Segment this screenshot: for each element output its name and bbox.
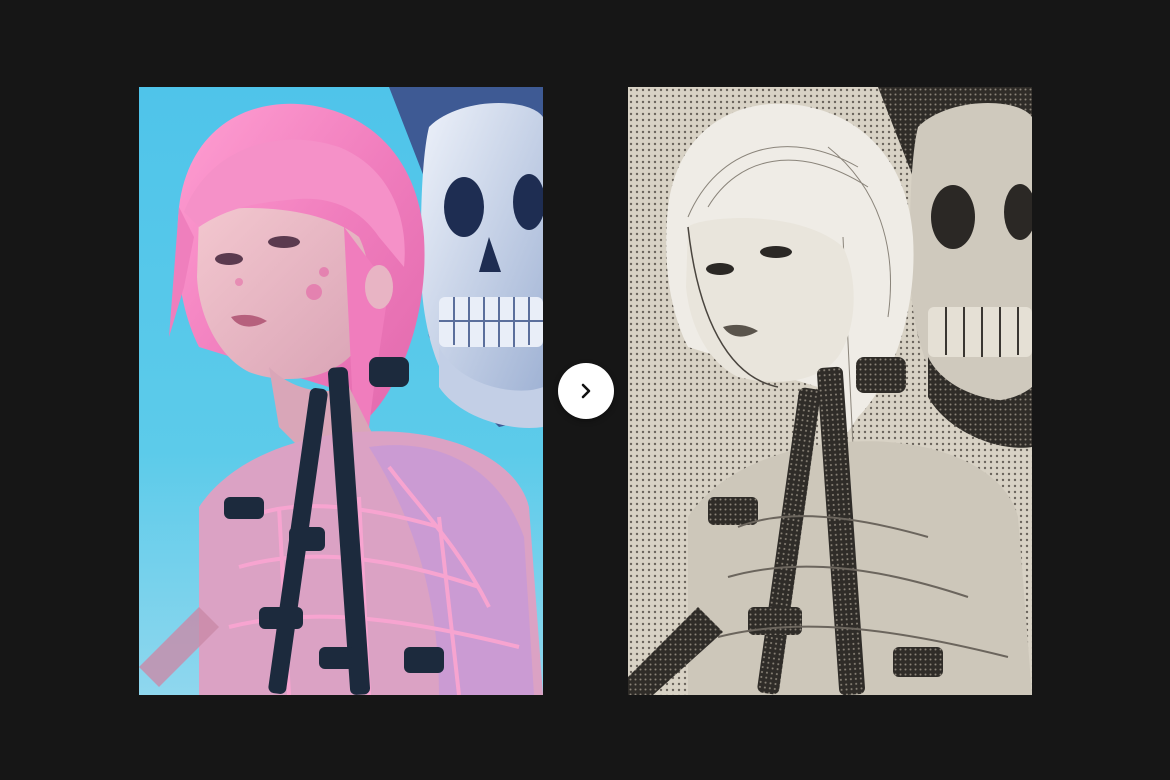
chevron-right-icon xyxy=(581,383,591,399)
compare-next-button[interactable] xyxy=(558,363,614,419)
sketch-illustration xyxy=(628,87,1032,695)
color-illustration xyxy=(139,87,543,695)
before-after-showcase xyxy=(0,0,1170,780)
before-image xyxy=(139,87,543,695)
after-image xyxy=(628,87,1032,695)
